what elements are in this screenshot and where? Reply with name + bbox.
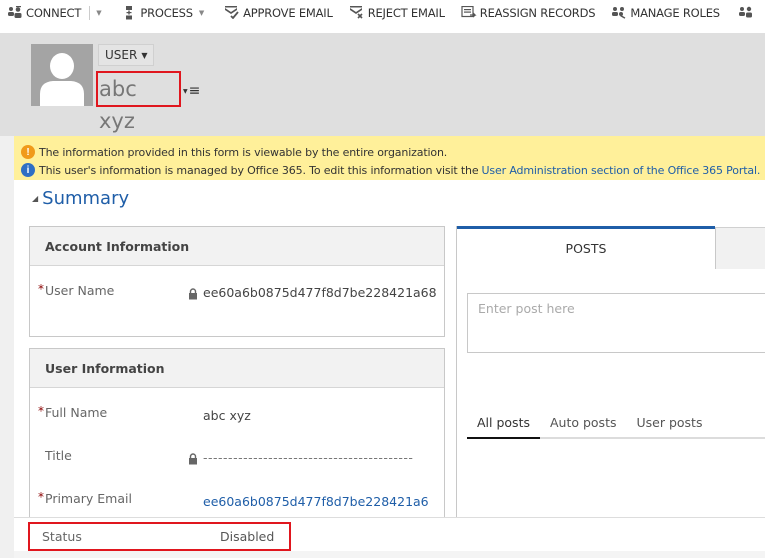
account-information-section: Account Information *User Name ee60a6b08… (29, 226, 445, 337)
connect-button[interactable]: CONNECT (7, 0, 81, 25)
tab-posts[interactable]: POSTS (457, 226, 715, 269)
user-information-section: User Information *Full Name abc xyz Titl… (29, 348, 445, 523)
hamburger-icon: ≡ (188, 83, 201, 99)
field-label-primary-email: *Primary Email (38, 490, 132, 506)
left-gutter (0, 136, 14, 558)
required-asterisk: * (38, 490, 44, 504)
approve-email-label: APPROVE EMAIL (243, 5, 333, 20)
status-value: Disabled (220, 529, 275, 544)
field-label-title: Title (45, 448, 72, 463)
title-value[interactable]: ----------------------------------------… (188, 450, 428, 465)
office365-admin-link[interactable]: User Administration section of the Offic… (482, 164, 761, 177)
reassign-records-icon (461, 6, 477, 20)
reassign-records-label: REASSIGN RECORDS (479, 5, 596, 20)
primary-email-link[interactable]: ee60a6b0875d477f8d7be228421a68 (203, 494, 428, 509)
reject-email-button[interactable]: REJECT EMAIL (349, 0, 445, 25)
posts-panel: POSTS All posts Auto posts User posts (456, 226, 765, 517)
approve-email-button[interactable]: APPROVE EMAIL (224, 0, 333, 25)
status-label: Status (42, 529, 82, 544)
status-bar: Status Disabled (14, 517, 765, 551)
connect-label: CONNECT (26, 5, 82, 20)
notification-warning: ! The information provided in this form … (14, 143, 765, 161)
filter-auto-posts[interactable]: Auto posts (540, 412, 627, 439)
connect-icon (7, 6, 23, 20)
reassign-records-button[interactable]: REASSIGN RECORDS (461, 0, 596, 25)
post-input[interactable] (467, 293, 765, 353)
required-asterisk: * (38, 404, 44, 418)
field-label-full-name: *Full Name (38, 404, 108, 420)
summary-section-toggle[interactable]: ◢ Summary (32, 188, 129, 209)
manage-roles-button[interactable]: MANAGE ROLES (611, 0, 720, 25)
caret-down-icon: ▼ (141, 50, 148, 60)
collapse-triangle-icon: ◢ (32, 194, 39, 203)
filter-user-posts[interactable]: User posts (627, 412, 713, 439)
chevron-down-icon: ▼ (198, 8, 205, 17)
tab-activities[interactable] (715, 227, 765, 269)
avatar[interactable] (31, 44, 93, 106)
section-heading: Account Information (30, 227, 444, 266)
warning-icon: ! (21, 145, 35, 159)
connect-dropdown-button[interactable]: ▼ (96, 0, 101, 25)
field-label-user-name: *User Name (38, 282, 115, 298)
summary-title: Summary (42, 188, 130, 209)
section-heading: User Information (30, 349, 444, 388)
notification-text: This user's information is managed by Of… (39, 163, 479, 177)
notification-info: i This user's information is managed by … (14, 161, 765, 179)
record-menu-button[interactable]: ▼ ≡ (183, 83, 200, 99)
info-icon: i (21, 163, 35, 177)
user-name-value[interactable]: ee60a6b0875d477f8d7be228421a68 (188, 285, 442, 300)
notification-text: The information provided in this form is… (39, 145, 448, 159)
users-icon (738, 6, 754, 20)
reject-email-icon (349, 6, 365, 20)
bottom-gutter (14, 551, 765, 558)
manage-roles-icon (611, 6, 627, 20)
full-name-value[interactable]: abc xyz (203, 408, 251, 423)
reject-email-label: REJECT EMAIL (367, 5, 445, 20)
toolbar-separator (89, 5, 91, 20)
record-name: abc xyz (96, 71, 181, 133)
process-label: PROCESS (140, 5, 193, 20)
approve-email-icon (224, 6, 240, 20)
required-asterisk: * (38, 282, 44, 296)
process-icon (121, 5, 137, 20)
record-header: USER ▼ abc xyz ▼ ≡ (0, 33, 765, 136)
chevron-down-icon: ▼ (96, 8, 102, 17)
caret-down-icon: ▼ (183, 87, 188, 95)
lock-icon (189, 287, 197, 299)
entity-type-label: USER (105, 48, 138, 62)
more-commands-button[interactable] (738, 0, 757, 25)
post-filter-tabs: All posts Auto posts User posts (467, 412, 765, 439)
lock-icon (189, 452, 197, 464)
entity-type-dropdown[interactable]: USER ▼ (98, 44, 155, 66)
user-silhouette-icon (40, 53, 84, 106)
command-bar: CONNECT ▼ PROCESS ▼ APPROVE EMAIL REJECT… (0, 0, 765, 25)
process-button[interactable]: PROCESS ▼ (121, 0, 204, 25)
notification-bar: ! The information provided in this form … (14, 136, 765, 180)
manage-roles-label: MANAGE ROLES (630, 5, 720, 20)
filter-all-posts[interactable]: All posts (467, 412, 540, 439)
